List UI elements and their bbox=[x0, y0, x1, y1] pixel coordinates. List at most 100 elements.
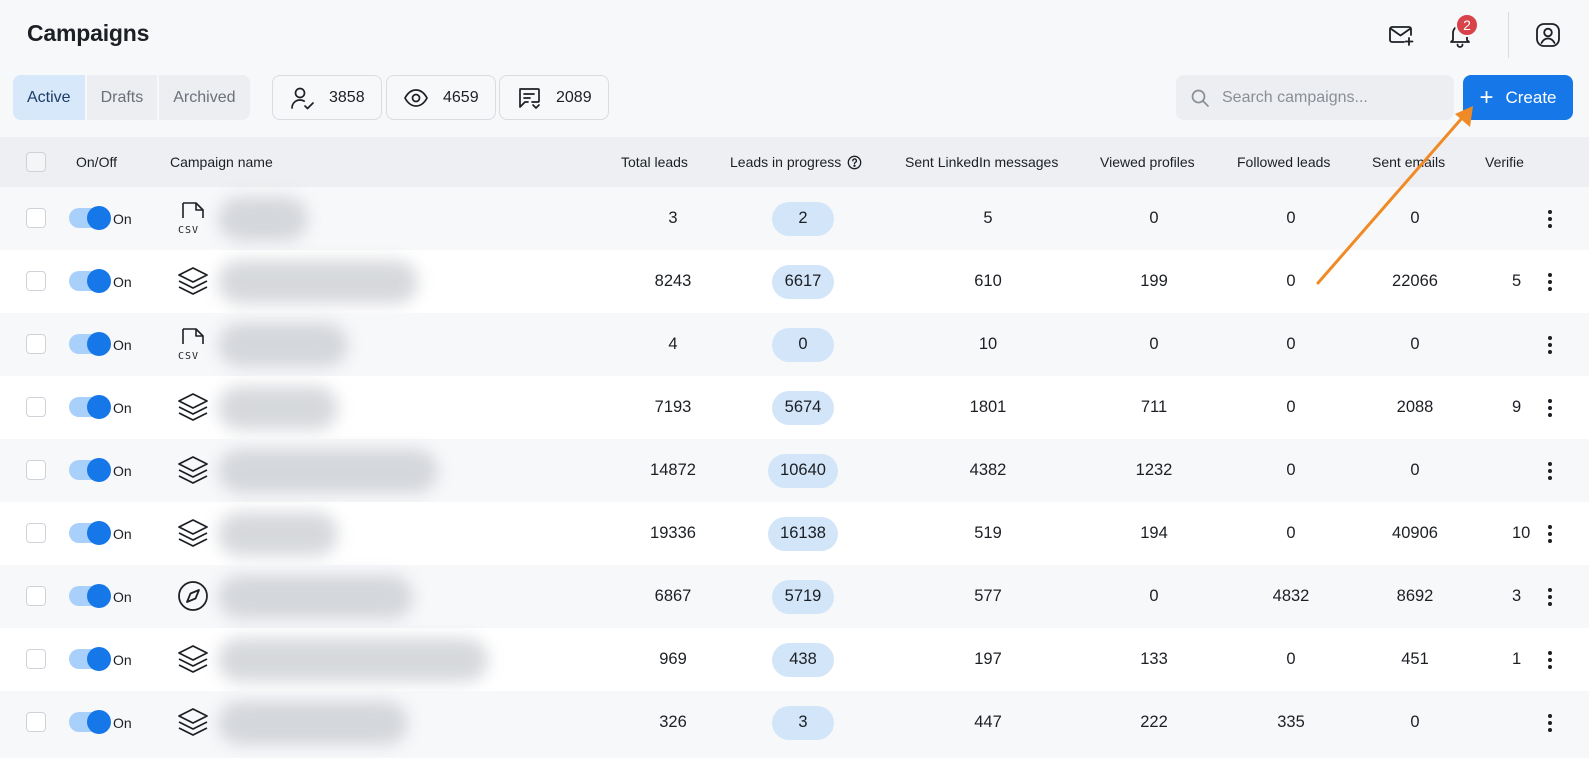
followed-leads-value: 0 bbox=[1286, 650, 1296, 668]
followed-leads-value: 0 bbox=[1286, 209, 1296, 227]
campaign-toggle[interactable] bbox=[69, 395, 111, 419]
table-row[interactable]: On 7193 5674 1801 711 0 2088 9 bbox=[0, 376, 1589, 439]
user-profile-icon[interactable] bbox=[1531, 18, 1565, 52]
leads-in-progress-pill[interactable]: 2 bbox=[772, 201, 834, 236]
campaign-name-redacted[interactable] bbox=[218, 575, 413, 619]
page-title: Campaigns bbox=[27, 20, 150, 46]
toggle-state-label: On bbox=[113, 714, 132, 731]
more-options-icon[interactable] bbox=[1538, 648, 1562, 672]
leads-in-progress-pill[interactable]: 10640 bbox=[768, 453, 838, 488]
svg-text:CSV: CSV bbox=[178, 351, 199, 362]
leads-in-progress-cell: 3 bbox=[743, 691, 863, 754]
row-checkbox[interactable] bbox=[26, 460, 46, 480]
sent-emails-value: 0 bbox=[1410, 461, 1420, 479]
leads-count: 3858 bbox=[329, 88, 365, 106]
help-icon[interactable] bbox=[847, 155, 862, 170]
leads-in-progress-pill[interactable]: 16138 bbox=[768, 516, 838, 551]
tab-archived[interactable]: Archived bbox=[159, 75, 249, 120]
campaign-name-redacted[interactable] bbox=[218, 197, 308, 241]
tab-drafts[interactable]: Drafts bbox=[87, 75, 160, 120]
toggle-state-label: On bbox=[113, 210, 132, 227]
views-stat-chip[interactable]: 4659 bbox=[386, 75, 496, 120]
leads-in-progress-pill[interactable]: 438 bbox=[772, 642, 834, 677]
col-followed-leads[interactable]: Followed leads bbox=[1237, 154, 1330, 170]
leads-in-progress-cell: 16138 bbox=[743, 502, 863, 565]
campaign-toggle[interactable] bbox=[69, 206, 111, 230]
row-checkbox[interactable] bbox=[26, 334, 46, 354]
row-checkbox[interactable] bbox=[26, 712, 46, 732]
followed-leads-value: 0 bbox=[1286, 461, 1296, 479]
leads-stat-chip[interactable]: 3858 bbox=[272, 75, 382, 120]
table-header: On/Off Campaign name Total leads Leads i… bbox=[0, 137, 1589, 187]
table-row[interactable]: On 326 3 447 222 335 0 bbox=[0, 691, 1589, 754]
more-options-icon[interactable] bbox=[1538, 270, 1562, 294]
row-checkbox[interactable] bbox=[26, 649, 46, 669]
row-checkbox[interactable] bbox=[26, 523, 46, 543]
col-leads-in-progress[interactable]: Leads in progress bbox=[730, 154, 862, 170]
campaign-name-redacted[interactable] bbox=[218, 701, 408, 745]
more-options-icon[interactable] bbox=[1538, 459, 1562, 483]
leads-in-progress-pill[interactable]: 5719 bbox=[772, 579, 834, 614]
compass-icon bbox=[175, 578, 211, 614]
verified-value bbox=[1512, 691, 1538, 754]
col-total-leads[interactable]: Total leads bbox=[621, 154, 688, 170]
sent-linkedin-value: 1801 bbox=[969, 398, 1007, 416]
campaign-toggle[interactable] bbox=[69, 458, 111, 482]
table-row[interactable]: On 8243 6617 610 199 0 22066 5 bbox=[0, 250, 1589, 313]
sent-emails-value: 40906 bbox=[1392, 524, 1438, 542]
verified-value: 5 bbox=[1512, 272, 1522, 290]
table-row[interactable]: On CSV 3 2 5 0 0 0 bbox=[0, 187, 1589, 250]
followed-leads-value: 0 bbox=[1286, 524, 1296, 542]
tab-active[interactable]: Active bbox=[13, 75, 87, 120]
campaign-name-redacted[interactable] bbox=[218, 260, 418, 304]
compose-mail-icon[interactable] bbox=[1384, 18, 1418, 52]
campaign-name-redacted[interactable] bbox=[218, 386, 338, 430]
leads-in-progress-pill[interactable]: 0 bbox=[772, 327, 834, 362]
more-options-icon[interactable] bbox=[1538, 711, 1562, 735]
csv-icon: CSV bbox=[175, 200, 211, 236]
col-campaign-name[interactable]: Campaign name bbox=[170, 154, 273, 170]
campaign-name-redacted[interactable] bbox=[218, 323, 348, 367]
campaign-toggle[interactable] bbox=[69, 521, 111, 545]
create-button[interactable]: + Create bbox=[1463, 75, 1573, 120]
verified-value: 1 bbox=[1512, 650, 1522, 668]
messages-stat-chip[interactable]: 2089 bbox=[499, 75, 609, 120]
table-row[interactable]: On 6867 5719 577 0 4832 8692 3 bbox=[0, 565, 1589, 628]
col-viewed-profiles[interactable]: Viewed profiles bbox=[1100, 154, 1195, 170]
table-row[interactable]: On CSV 4 0 10 0 0 0 bbox=[0, 313, 1589, 376]
table-row[interactable]: On 969 438 197 133 0 451 1 bbox=[0, 628, 1589, 691]
col-verified[interactable]: Verifie bbox=[1485, 154, 1524, 170]
leads-in-progress-cell: 5719 bbox=[743, 565, 863, 628]
search-box[interactable] bbox=[1176, 75, 1454, 120]
row-checkbox[interactable] bbox=[26, 271, 46, 291]
row-checkbox[interactable] bbox=[26, 208, 46, 228]
row-checkbox[interactable] bbox=[26, 397, 46, 417]
table-row[interactable]: On 19336 16138 519 194 0 40906 10 bbox=[0, 502, 1589, 565]
leads-in-progress-pill[interactable]: 5674 bbox=[772, 390, 834, 425]
more-options-icon[interactable] bbox=[1538, 585, 1562, 609]
table-row[interactable]: On 14872 10640 4382 1232 0 0 bbox=[0, 439, 1589, 502]
campaign-name-redacted[interactable] bbox=[218, 449, 438, 493]
select-all-checkbox[interactable] bbox=[26, 152, 46, 172]
campaign-toggle[interactable] bbox=[69, 710, 111, 734]
campaign-toggle[interactable] bbox=[69, 332, 111, 356]
leads-in-progress-pill[interactable]: 3 bbox=[772, 705, 834, 740]
row-checkbox[interactable] bbox=[26, 586, 46, 606]
search-input[interactable] bbox=[1222, 88, 1440, 107]
campaign-toggle[interactable] bbox=[69, 647, 111, 671]
more-options-icon[interactable] bbox=[1538, 207, 1562, 231]
toggle-state-label: On bbox=[113, 588, 132, 605]
col-sent-linkedin[interactable]: Sent LinkedIn messages bbox=[905, 154, 1058, 170]
sent-emails-value: 0 bbox=[1410, 209, 1420, 227]
leads-in-progress-cell: 438 bbox=[743, 628, 863, 691]
campaign-name-redacted[interactable] bbox=[218, 638, 488, 682]
campaign-toggle[interactable] bbox=[69, 269, 111, 293]
campaign-toggle[interactable] bbox=[69, 584, 111, 608]
svg-text:CSV: CSV bbox=[178, 225, 199, 236]
col-sent-emails[interactable]: Sent emails bbox=[1372, 154, 1445, 170]
more-options-icon[interactable] bbox=[1538, 522, 1562, 546]
campaign-name-redacted[interactable] bbox=[218, 512, 338, 556]
more-options-icon[interactable] bbox=[1538, 333, 1562, 357]
leads-in-progress-pill[interactable]: 6617 bbox=[772, 264, 834, 299]
more-options-icon[interactable] bbox=[1538, 396, 1562, 420]
